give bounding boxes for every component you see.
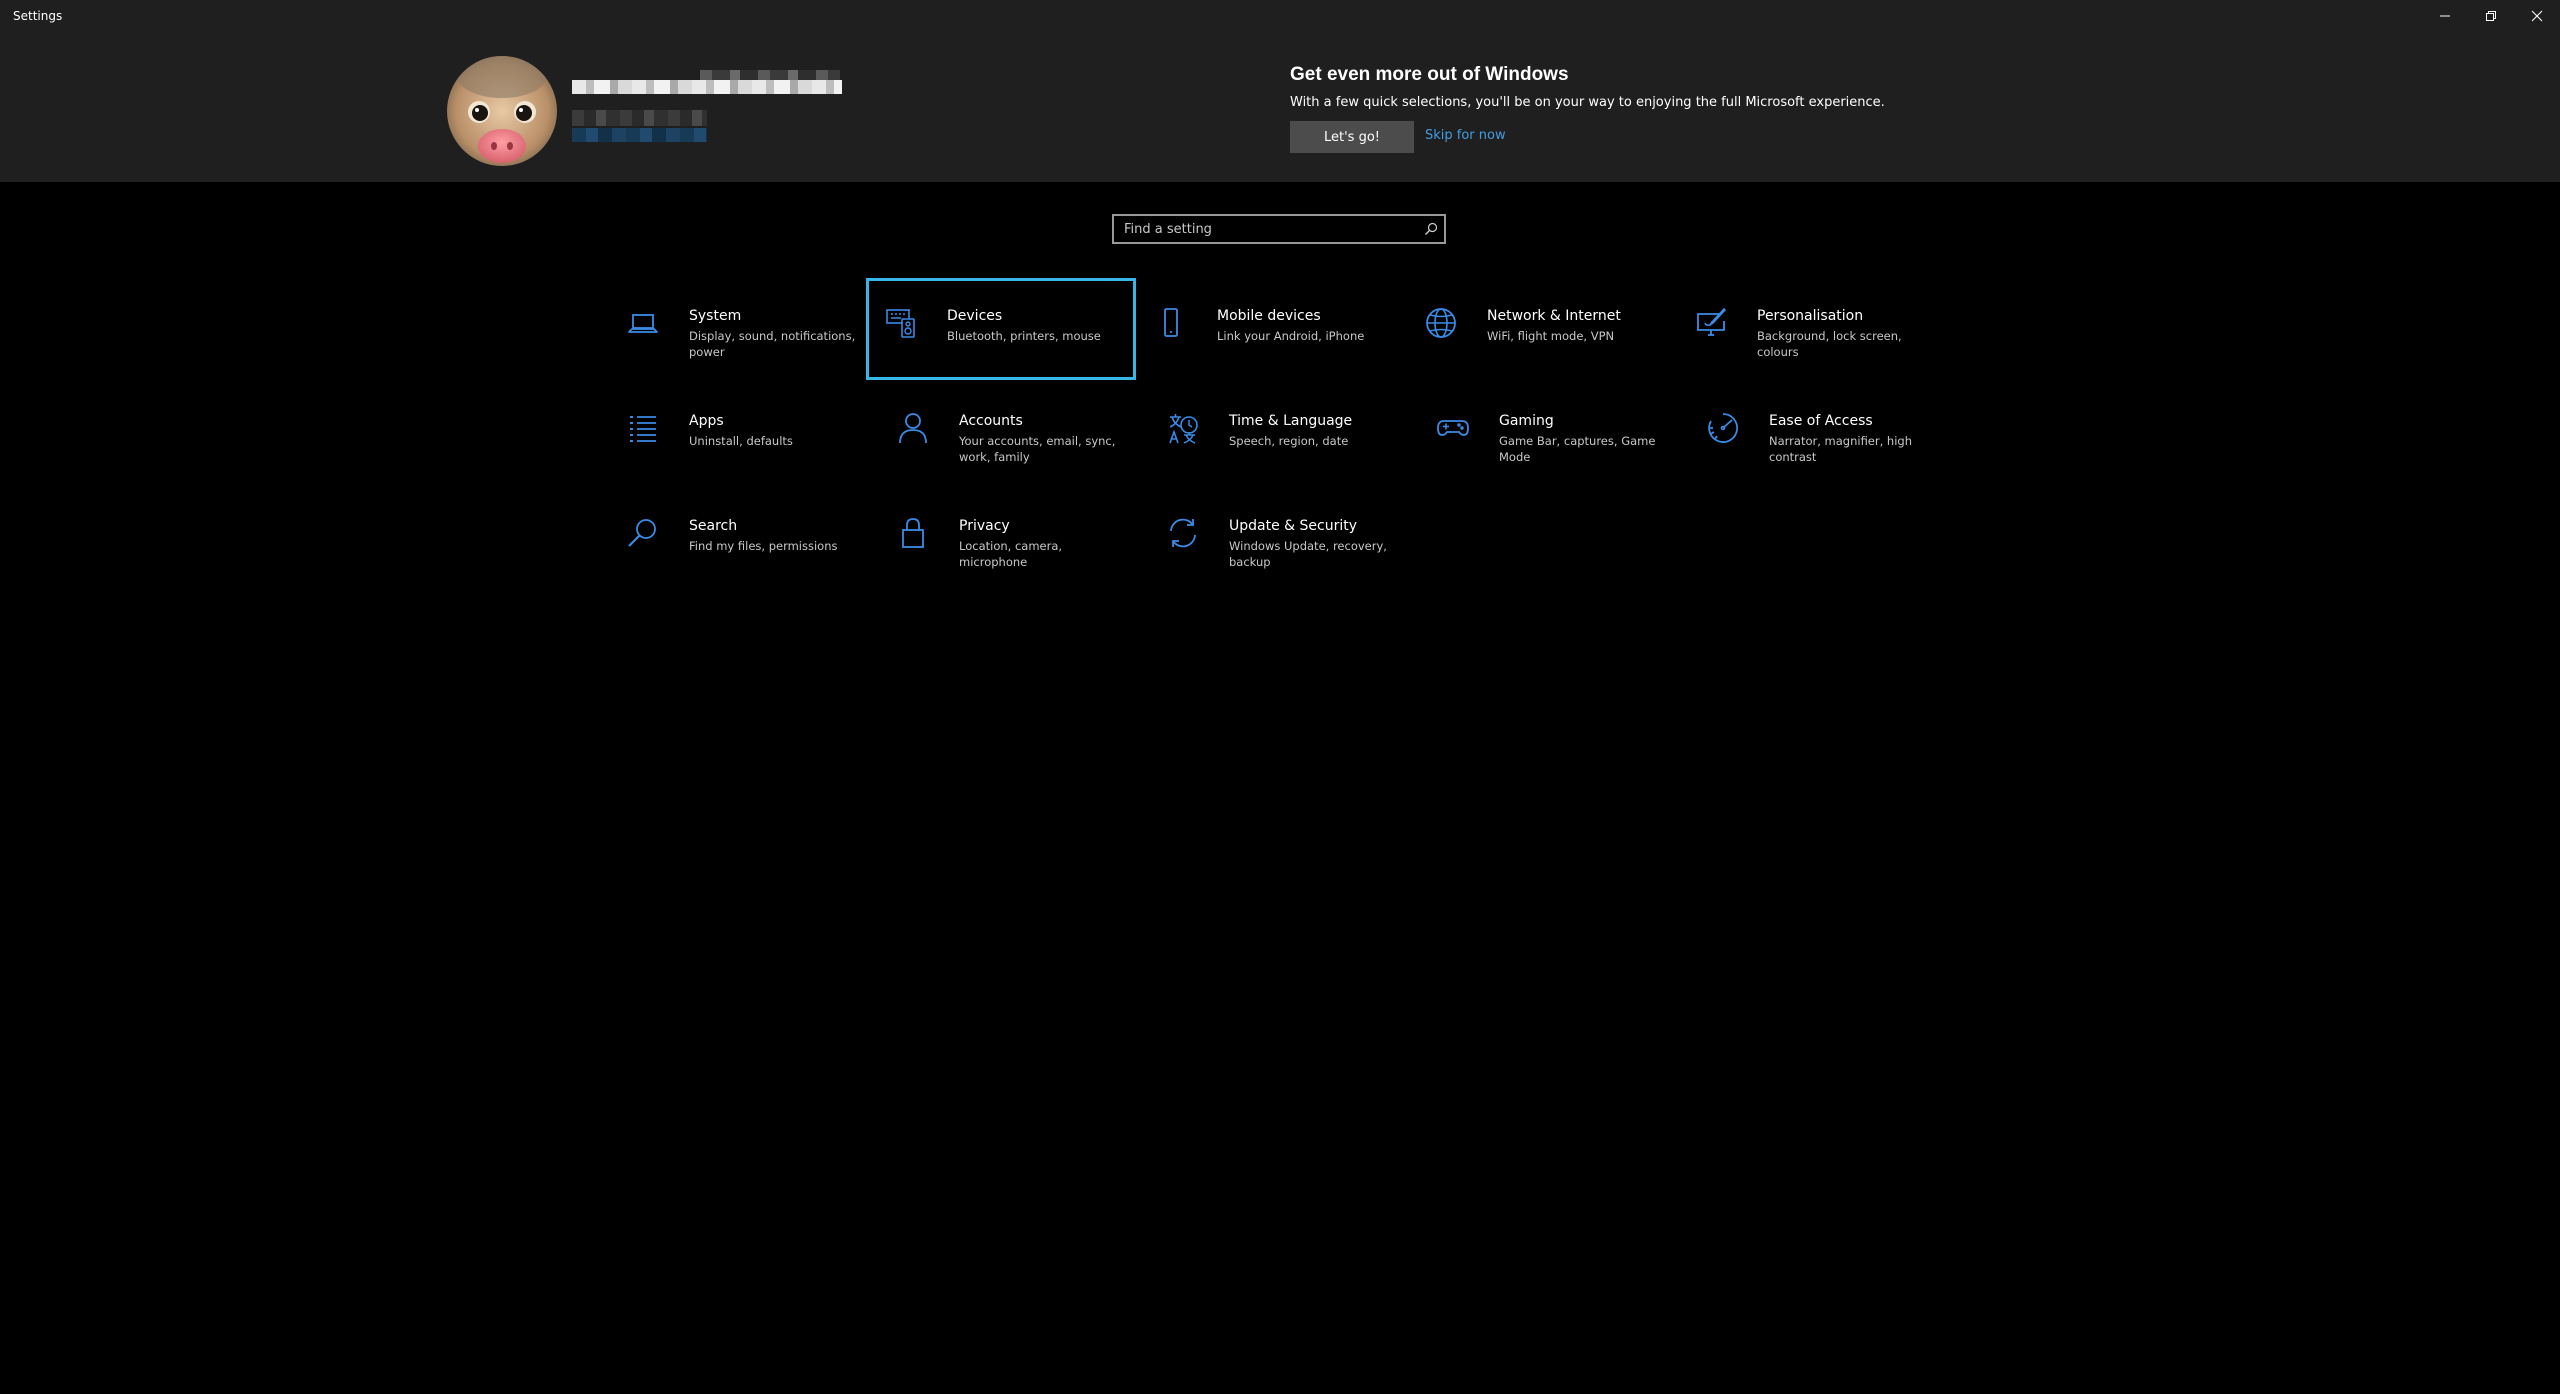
category-description: Narrator, magnifier, high contrast (1769, 434, 1912, 464)
search-icon[interactable] (1424, 222, 1438, 236)
category-description: Location, camera, microphone (959, 539, 1063, 569)
window-title: Settings (13, 9, 63, 23)
category-search[interactable]: Search Find my files, permissions (608, 488, 878, 590)
minimize-icon (2440, 15, 2450, 17)
restore-button[interactable] (2468, 0, 2514, 32)
category-description: Speech, region, date (1229, 434, 1349, 448)
category-time-language[interactable]: Time & Language Speech, region, date (1148, 383, 1418, 485)
category-label: Time & Language (1229, 413, 1353, 429)
category-label: Privacy (959, 518, 1010, 534)
person-icon (899, 413, 927, 444)
category-label: Gaming (1499, 413, 1554, 429)
category-accounts[interactable]: Accounts Your accounts, email, sync, wor… (878, 383, 1148, 485)
category-personalisation[interactable]: Personalisation Background, lock screen,… (1676, 278, 1946, 380)
promo-title: Get even more out of Windows (1290, 64, 1569, 85)
category-ease-of-access[interactable]: Ease of Access Narrator, magnifier, high… (1688, 383, 1958, 485)
account-link-redacted (572, 128, 707, 142)
promo-description: With a few quick selections, you'll be o… (1290, 95, 1885, 110)
search-box (1112, 214, 1446, 244)
category-label: Personalisation (1757, 308, 1864, 324)
category-description: Link your Android, iPhone (1217, 329, 1365, 343)
globe-icon (1426, 308, 1456, 338)
ease-of-access-icon (1708, 413, 1739, 443)
title-bar: Settings (0, 0, 2560, 32)
category-description: Your accounts, email, sync, work, family (959, 434, 1116, 464)
apps-list-icon (630, 416, 656, 442)
category-label: Accounts (959, 413, 1023, 429)
category-description: Background, lock screen, colours (1757, 329, 1902, 359)
category-label: Ease of Access (1769, 413, 1873, 429)
category-system[interactable]: System Display, sound, notifications, po… (608, 278, 878, 380)
devices-icon (886, 309, 915, 338)
account-name-redacted-top (700, 70, 840, 80)
account-name-redacted (572, 80, 842, 94)
lock-icon (902, 518, 924, 548)
category-label: Mobile devices (1217, 308, 1321, 324)
phone-icon (1164, 308, 1178, 337)
skip-for-now-link[interactable]: Skip for now (1425, 128, 1506, 143)
category-privacy[interactable]: Privacy Location, camera, microphone (878, 488, 1148, 590)
category-label: Network & Internet (1487, 308, 1621, 324)
category-label: Apps (689, 413, 724, 429)
minimize-button[interactable] (2422, 0, 2468, 32)
avatar-image (447, 56, 557, 166)
category-description: Windows Update, recovery, backup (1229, 539, 1387, 569)
gamepad-icon (1437, 420, 1469, 436)
lets-go-button[interactable]: Let's go! (1290, 121, 1414, 153)
category-description: Game Bar, captures, Game Mode (1499, 434, 1656, 464)
restore-icon (2486, 11, 2496, 21)
close-button[interactable] (2514, 0, 2560, 32)
category-label: Devices (947, 308, 1003, 324)
category-description: Bluetooth, printers, mouse (947, 329, 1101, 343)
account-email-redacted (572, 110, 707, 126)
personalisation-icon (1697, 308, 1726, 336)
category-gaming[interactable]: Gaming Game Bar, captures, Game Mode (1418, 383, 1688, 485)
category-description: Uninstall, defaults (689, 434, 793, 448)
sync-icon (1170, 518, 1196, 548)
category-label: Search (689, 518, 738, 534)
category-description: Display, sound, notifications, power (689, 329, 856, 359)
category-mobile-devices[interactable]: Mobile devices Link your Android, iPhone (1136, 278, 1406, 380)
laptop-icon (628, 314, 658, 333)
time-language-icon (1169, 414, 1198, 444)
account-banner (0, 32, 2560, 182)
category-label: System (689, 308, 742, 324)
category-devices[interactable]: Devices Bluetooth, printers, mouse (866, 278, 1136, 380)
close-icon (2531, 10, 2543, 22)
search-input[interactable] (1124, 220, 1404, 238)
avatar[interactable] (447, 56, 557, 166)
category-description: Find my files, permissions (689, 539, 838, 553)
search-icon (628, 519, 656, 547)
category-description: WiFi, flight mode, VPN (1487, 329, 1615, 343)
category-apps[interactable]: Apps Uninstall, defaults (608, 383, 878, 485)
category-network-internet[interactable]: Network & Internet WiFi, flight mode, VP… (1406, 278, 1676, 380)
category-label: Update & Security (1229, 518, 1358, 534)
category-update-security[interactable]: Update & Security Windows Update, recove… (1148, 488, 1418, 590)
